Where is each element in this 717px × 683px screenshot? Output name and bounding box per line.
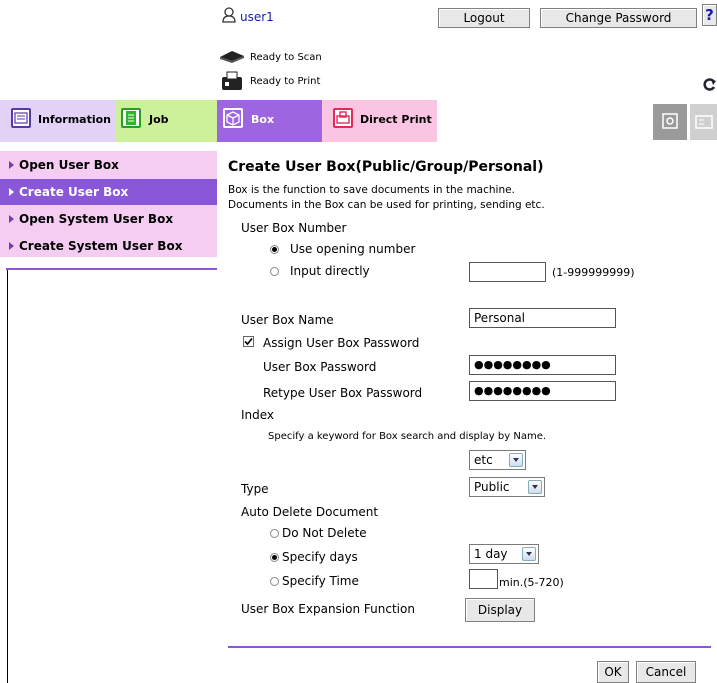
scanner-icon <box>217 48 247 64</box>
information-icon <box>11 108 31 128</box>
printer-icon <box>219 70 245 92</box>
refresh-icon[interactable] <box>702 76 717 92</box>
tab-job[interactable]: Job <box>115 100 217 142</box>
chevron-down-icon <box>522 547 536 561</box>
do-not-delete-label: Do Not Delete <box>282 526 367 540</box>
time-range-hint: min.(5-720) <box>499 576 564 589</box>
assign-password-label: Assign User Box Password <box>263 336 420 350</box>
sidebar-item-label: Create System User Box <box>19 239 183 253</box>
fax-tab-icon[interactable] <box>690 104 717 140</box>
assign-password-checkbox[interactable] <box>243 336 254 347</box>
index-select-value: etc <box>474 453 493 467</box>
specify-days-label: Specify days <box>282 550 358 564</box>
help-button[interactable]: ? <box>702 4 717 26</box>
specify-days-radio[interactable] <box>270 553 279 562</box>
content-divider <box>228 646 711 648</box>
box-number-label: User Box Number <box>241 221 347 235</box>
arrow-right-icon <box>9 161 14 169</box>
input-directly-radio[interactable] <box>270 267 279 276</box>
sidebar-item-label: Create User Box <box>19 185 129 199</box>
tab-information-label: Information <box>38 113 111 126</box>
arrow-right-icon <box>9 188 14 196</box>
logout-button[interactable]: Logout <box>438 8 530 28</box>
ok-button[interactable]: OK <box>597 661 629 683</box>
auto-delete-label: Auto Delete Document <box>241 505 379 519</box>
scan-status: Ready to Scan <box>250 52 322 63</box>
index-select[interactable]: etc <box>469 450 526 470</box>
description-line-1: Box is the function to save documents in… <box>228 184 515 196</box>
cancel-button[interactable]: Cancel <box>636 661 696 683</box>
tab-direct-print[interactable]: Direct Print <box>322 100 437 142</box>
type-select[interactable]: Public <box>469 477 545 497</box>
box-icon <box>223 108 243 128</box>
sidebar-item-label: Open User Box <box>19 158 119 172</box>
user-icon <box>222 7 236 23</box>
job-icon <box>121 108 141 128</box>
tab-direct-print-label: Direct Print <box>360 113 432 126</box>
arrow-right-icon <box>9 242 14 250</box>
chevron-down-icon <box>509 453 523 467</box>
arrow-right-icon <box>9 215 14 223</box>
page-title: Create User Box(Public/Group/Personal) <box>228 159 544 175</box>
sidebar-item-create-user-box[interactable]: Create User Box <box>0 179 217 205</box>
do-not-delete-radio[interactable] <box>270 529 279 538</box>
box-name-label: User Box Name <box>241 313 334 327</box>
sidebar-item-label: Open System User Box <box>19 212 174 226</box>
tab-box-label: Box <box>251 113 275 126</box>
expansion-label: User Box Expansion Function <box>241 602 415 616</box>
use-opening-number-radio[interactable] <box>270 245 279 254</box>
tab-information[interactable]: Information <box>0 100 115 142</box>
use-opening-number-label: Use opening number <box>290 242 416 256</box>
type-select-value: Public <box>474 480 510 494</box>
box-number-input[interactable] <box>469 262 546 282</box>
tab-spacer <box>437 100 653 142</box>
tab-job-label: Job <box>149 113 169 126</box>
password-label: User Box Password <box>263 360 377 374</box>
index-label: Index <box>241 408 275 422</box>
password-input[interactable]: ●●●●●●●● <box>469 355 616 375</box>
sidebar-divider <box>6 268 217 270</box>
description-line-2: Documents in the Box can be used for pri… <box>228 199 545 211</box>
input-directly-label: Input directly <box>290 264 370 278</box>
retype-password-label: Retype User Box Password <box>263 386 423 400</box>
sidebar-item-open-system-user-box[interactable]: Open System User Box <box>0 206 217 232</box>
page-left-border <box>7 270 8 683</box>
chevron-down-icon <box>528 480 542 494</box>
change-password-button[interactable]: Change Password <box>540 8 697 28</box>
sidebar-item-create-system-user-box[interactable]: Create System User Box <box>0 233 217 259</box>
display-button[interactable]: Display <box>465 598 535 622</box>
type-label: Type <box>241 482 269 496</box>
tab-box[interactable]: Box <box>217 100 322 142</box>
settings-tab-icon[interactable] <box>653 104 687 140</box>
index-hint: Specify a keyword for Box search and dis… <box>268 431 547 442</box>
specify-time-radio[interactable] <box>270 577 279 586</box>
sidebar-item-open-user-box[interactable]: Open User Box <box>0 152 217 178</box>
number-range-hint: (1-999999999) <box>552 266 635 279</box>
print-status: Ready to Print <box>250 76 321 87</box>
direct-print-icon <box>333 108 353 128</box>
box-name-input[interactable]: Personal <box>469 308 616 328</box>
retype-password-input[interactable]: ●●●●●●●● <box>469 381 616 401</box>
days-select-value: 1 day <box>474 547 508 561</box>
time-input[interactable] <box>469 569 498 589</box>
days-select[interactable]: 1 day <box>469 544 539 564</box>
specify-time-label: Specify Time <box>282 574 359 588</box>
username: user1 <box>240 10 274 24</box>
